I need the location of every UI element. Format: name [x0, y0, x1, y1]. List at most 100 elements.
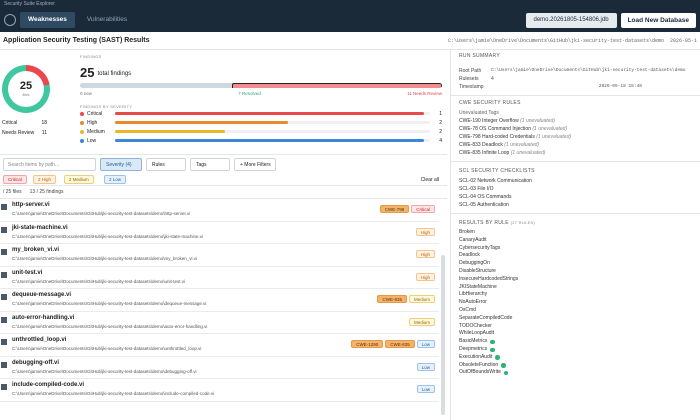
list-item[interactable]: unthrottled_loop.vi C:\Users\jamie\OneDri…	[0, 335, 439, 357]
chip-medium[interactable]: 2 Medium	[64, 175, 94, 184]
rule-item[interactable]: CanaryAudit	[459, 237, 692, 245]
cwe-unevaluated-note: (1 unevaluated)	[532, 126, 568, 132]
rule-item[interactable]: OsCmd	[459, 307, 692, 315]
cwe-rule-item[interactable]: CWE-835 Infinite Loop (1 unevaluated)	[459, 149, 692, 157]
more-filters-button[interactable]: + More Filters	[234, 158, 276, 171]
list-scrollbar[interactable]	[441, 255, 445, 415]
page-title: Application Security Testing (SAST) Resu…	[3, 37, 150, 44]
severity-badge: CWE-798	[379, 205, 410, 213]
file-icon	[1, 384, 7, 390]
severity-badge: Medium	[408, 295, 435, 303]
severity-dot-icon	[80, 138, 84, 143]
window-title: Security Suite Explorer	[0, 0, 700, 8]
badge-group: CWE-798 Critical	[379, 205, 435, 213]
file-icon	[1, 271, 7, 278]
file-path: C:\Users\jamie\OneDrive\Documents\GitHub…	[12, 256, 198, 261]
scl-title: SCL SECURITY CHECKLISTS	[459, 168, 535, 174]
rule-item[interactable]: SeparateCompiledCode	[459, 315, 692, 323]
severity-breakdown: Critical 1 High 2 Medium 2 Low 4	[80, 109, 442, 145]
cwe-rule-item[interactable]: CWE-798 Hard-coded Credentials (1 uneval…	[459, 133, 692, 141]
chip-low[interactable]: 2 Low	[104, 175, 127, 184]
findings-progress-bar	[80, 83, 442, 88]
chip-critical[interactable]: Critical	[3, 175, 27, 184]
top-nav: Weaknesses Vulnerabilities demo.20261805…	[0, 8, 700, 32]
severity-badge: CWE-1290	[351, 340, 384, 348]
rule-name: WhileLoopAudit	[459, 330, 495, 337]
rule-item[interactable]: BasicMetrics	[459, 338, 692, 346]
list-item[interactable]: unit-test.vi C:\Users\jamie\OneDrive\Docu…	[0, 268, 439, 289]
severity-badge: Low	[416, 340, 435, 348]
rule-item[interactable]: WhileLoopAudit	[459, 330, 692, 338]
file-name: unit-test.vi	[12, 269, 43, 276]
file-icon	[1, 316, 7, 323]
rule-item[interactable]: DisableStructure	[459, 268, 692, 276]
severity-dot-icon	[80, 111, 84, 116]
list-item[interactable]: http-server.vi C:\Users\jamie\OneDrive\Do…	[0, 200, 439, 222]
severity-badge: Low	[416, 385, 435, 393]
file-path: C:\Users\jamie\OneDrive\Documents\GitHub…	[12, 233, 204, 239]
findings-list: http-server.vi C:\Users\jamie\OneDrive\Do…	[0, 200, 447, 402]
file-path: C:\Users\jamie\OneDrive\Documents\GitHub…	[12, 211, 191, 216]
file-path: C:\Users\jamie\OneDrive\Documents\GitHub…	[12, 278, 186, 284]
rule-item[interactable]: TODOChecker	[459, 323, 692, 331]
donut-label: files	[22, 92, 30, 97]
file-name: unthrottled_loop.vi	[12, 337, 67, 343]
rule-item[interactable]: ExecutionAudit	[459, 354, 692, 362]
rule-item[interactable]: NoAutoError	[459, 299, 692, 307]
findings-summary: FINDINGS 25 total findings 0 new 7 Resolve…	[80, 54, 442, 145]
list-item[interactable]: my_broken_vi.vi C:\Users\jamie\OneDrive\D…	[0, 245, 439, 267]
severity-filter-dropdown[interactable]: Severity (4)	[100, 158, 142, 171]
badge-group: High	[415, 227, 435, 236]
cwe-rules-title: CWE SECURITY RULES	[459, 100, 521, 106]
list-item[interactable]: include-compiled-code.vi C:\Users\jamie\O…	[0, 380, 439, 402]
severity-badge: Medium	[408, 317, 435, 326]
cwe-rule-item[interactable]: CWE-833 Deadlock (1 unevaluated)	[459, 141, 692, 149]
cwe-rule-item[interactable]: CWE-78 OS Command Injection (1 unevaluat…	[459, 125, 692, 133]
scl-item[interactable]: SCL-05 Authentication	[459, 201, 692, 209]
severity-count: 1	[439, 110, 442, 117]
file-icon	[1, 204, 7, 210]
rule-item[interactable]: InsecureHardcodedStrings	[459, 276, 692, 284]
rule-item[interactable]: Deadlock	[459, 252, 692, 260]
list-item[interactable]: debugging-off.vi C:\Users\jamie\OneDrive\…	[0, 358, 439, 379]
list-item[interactable]: auto-error-handling.vi C:\Users\jamie\One…	[0, 313, 439, 334]
file-icon	[1, 226, 7, 233]
scl-item[interactable]: SCL-03 File I/O	[459, 185, 692, 193]
rule-name: Broken	[459, 229, 475, 235]
file-path: C:\Users\jamie\OneDrive\Documents\GitHub…	[12, 301, 207, 306]
rule-item[interactable]: Deepmetrics	[459, 346, 692, 354]
rule-item[interactable]: DebuggingOn	[459, 260, 692, 268]
severity-row-high: High 2	[80, 118, 442, 127]
rule-name: Deadlock	[459, 252, 480, 259]
list-item[interactable]: jki-state-machine.vi C:\Users\jamie\OneDr…	[0, 223, 439, 244]
cwe-rule-item[interactable]: CWE-190 Integer Overflow (1 unevaluated)	[459, 117, 692, 125]
severity-badge: CWE-835	[385, 340, 415, 348]
run-summary-panel: RUN SUMMARY Root Path C:\Users\jamie\OneD…	[450, 50, 700, 420]
load-database-button[interactable]: Load New Database	[620, 12, 696, 28]
rule-item[interactable]: Broken	[459, 229, 692, 237]
scl-item[interactable]: SCL-02 Network Communication	[459, 177, 692, 185]
rule-item[interactable]: JKIStateMachine	[459, 284, 692, 292]
tags-filter-dropdown[interactable]: Tags	[190, 158, 230, 171]
cwe-unevaluated-note: (1 unevaluated)	[510, 150, 546, 156]
page-header: Application Security Testing (SAST) Resu…	[0, 32, 700, 50]
badge-group: Low	[416, 362, 435, 371]
rule-name: NoAutoError	[459, 299, 487, 306]
clear-all-button[interactable]: Clear all	[421, 177, 439, 183]
rule-item[interactable]: ObsoleteFunction	[459, 362, 692, 370]
chip-high[interactable]: 2 High	[33, 175, 57, 184]
scl-item[interactable]: SCL-04 OS Commands	[459, 193, 692, 201]
severity-bar	[115, 121, 430, 124]
rule-item[interactable]: OutOfBoundsWrite	[459, 369, 692, 377]
file-path: C:\Users\jamie\OneDrive\Documents\GitHub…	[12, 368, 197, 374]
timestamp-row: Timestamp 2026-05-18 15:48	[459, 84, 642, 90]
list-item[interactable]: dequeue-message.vi C:\Users\jamie\OneDriv…	[0, 290, 439, 312]
rule-item[interactable]: LibHierarchy	[459, 291, 692, 299]
tab-weaknesses[interactable]: Weaknesses	[20, 12, 75, 28]
rules-list: Broken CanaryAudit CybersecurityTags Deadlo…	[459, 229, 692, 377]
database-file-button[interactable]: demo.20261805-154806.jdb	[525, 12, 617, 28]
rules-filter-dropdown[interactable]: Rules	[146, 158, 186, 171]
search-input[interactable]: Search items by path...	[3, 158, 96, 171]
rule-item[interactable]: CybersecurityTags	[459, 245, 692, 253]
tab-vulnerabilities[interactable]: Vulnerabilities	[79, 12, 135, 28]
